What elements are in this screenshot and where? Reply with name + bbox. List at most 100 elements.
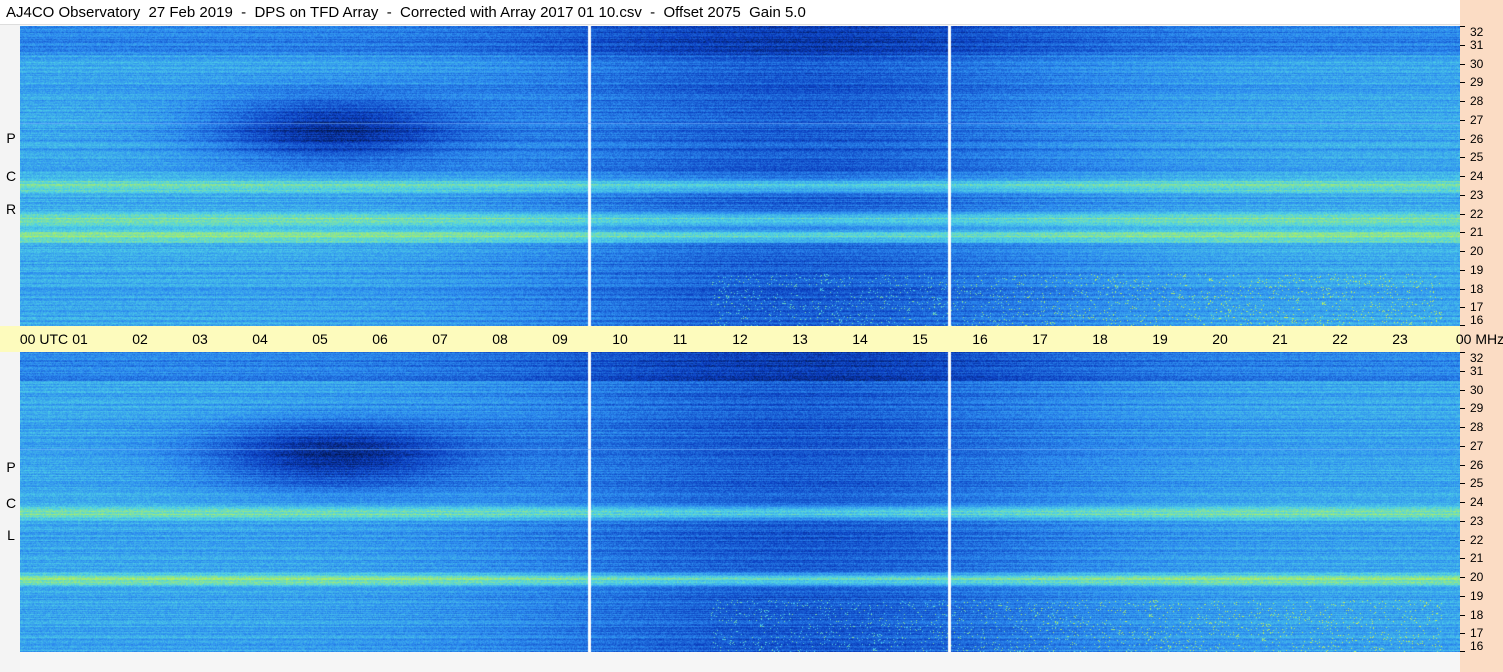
mhz-tick-label: 24 [1470, 495, 1484, 509]
utc-tick-label: 21 [1272, 331, 1288, 347]
mhz-tick-label: 18 [1470, 607, 1484, 622]
utc-tick-label: 05 [312, 331, 328, 347]
utc-tick-label: 22 [1332, 331, 1348, 347]
mhz-tick-label: 21 [1470, 551, 1484, 566]
utc-tick-label: 23 [1392, 331, 1408, 347]
mhz-tick-mark [1460, 577, 1465, 578]
utc-tick-label: 18 [1092, 331, 1108, 347]
rcp-label-p: R [5, 201, 17, 217]
mhz-tick-mark [1460, 651, 1465, 652]
mhz-tick-label: 18 [1470, 281, 1484, 296]
mhz-tick-label: 25 [1470, 476, 1484, 491]
mhz-tick-label: 19 [1470, 262, 1484, 277]
rcp-label-r: P [6, 130, 16, 146]
mhz-tick-mark [1460, 157, 1465, 159]
utc-tick-label: 01 [72, 331, 88, 347]
utc-tick-label: 14 [852, 331, 868, 347]
rcp-spectrogram [20, 26, 1460, 326]
mhz-tick-label: 24 [1470, 169, 1484, 183]
mhz-tick-mark [1460, 389, 1465, 391]
mhz-tick-mark [1460, 483, 1465, 485]
mhz-tick-label: 30 [1470, 56, 1484, 71]
mhz-axis-rcp: 32 31 30 29 28 27 26 25 24 23 22 21 20 19 18 17 16 [1460, 26, 1503, 326]
mhz-tick-label: 29 [1470, 75, 1484, 90]
utc-tick-label: 16 [972, 331, 988, 347]
utc-tick-label: 11 [672, 331, 688, 347]
mhz-tick-label: 22 [1470, 206, 1484, 221]
mhz-tick-mark [1460, 213, 1465, 215]
mhz-tick-label: 30 [1470, 382, 1484, 397]
mhz-tick-mark [1460, 176, 1465, 177]
mhz-tick-label: 32 [1470, 351, 1484, 365]
mhz-tick-mark [1460, 269, 1465, 271]
mhz-tick-label: 29 [1470, 401, 1484, 416]
mhz-tick-label: 23 [1470, 187, 1484, 202]
utc-tick-label: 12 [732, 331, 748, 347]
lcp-label-p: P [6, 459, 16, 475]
chart-title: AJ4CO Observatory 27 Feb 2019 - DPS on T… [0, 0, 1460, 25]
mhz-tick-mark [1460, 138, 1465, 140]
mhz-tick-mark [1460, 307, 1465, 309]
mhz-tick-mark [1460, 595, 1465, 597]
mhz-tick-mark [1460, 44, 1465, 46]
mhz-tick-label: 31 [1470, 363, 1484, 378]
mhz-tick-mark [1460, 251, 1465, 252]
mhz-tick-label: 26 [1470, 131, 1484, 146]
mhz-tick-mark [1460, 232, 1465, 234]
utc-tick-label: 20 [1212, 331, 1228, 347]
mhz-tick-label: 28 [1470, 420, 1484, 434]
utc-tick-label: 15 [912, 331, 928, 347]
mhz-tick-label: 16 [1470, 313, 1484, 327]
mhz-tick-label: 17 [1470, 626, 1484, 641]
mhz-tick-mark [1460, 539, 1465, 541]
utc-tick-label: 02 [132, 331, 148, 347]
mhz-tick-mark [1460, 26, 1465, 27]
mhz-tick-label: 27 [1470, 438, 1484, 453]
mhz-tick-mark [1460, 502, 1465, 503]
mhz-tick-label: 27 [1470, 112, 1484, 127]
mhz-tick-mark [1460, 464, 1465, 466]
utc-tick-label: 10 [612, 331, 628, 347]
mhz-tick-mark [1460, 325, 1465, 326]
mhz-tick-label: 17 [1470, 300, 1484, 315]
mhz-tick-mark [1460, 63, 1465, 65]
utc-tick-label: 07 [432, 331, 448, 347]
mhz-tick-label: 20 [1470, 244, 1484, 258]
mhz-tick-mark [1460, 101, 1465, 102]
mhz-tick-label: 20 [1470, 570, 1484, 584]
utc-tick-label: 04 [252, 331, 268, 347]
lcp-label-c: C [5, 495, 17, 511]
utc-tick-label: 00 MHz [1455, 331, 1503, 347]
mhz-tick-label: 16 [1470, 639, 1484, 653]
mhz-tick-label: 21 [1470, 225, 1484, 240]
mhz-tick-label: 19 [1470, 588, 1484, 603]
utc-axis-bar: 00 UTC 01 02 03 04 05 06 07 08 09 10 11 12 13 14 15 16 17… [0, 326, 1503, 352]
mhz-tick-label: 32 [1470, 25, 1484, 39]
mhz-tick-label: 22 [1470, 532, 1484, 547]
rcp-label-c: C [5, 168, 17, 184]
mhz-tick-mark [1460, 614, 1465, 616]
mhz-tick-mark [1460, 82, 1465, 84]
mhz-tick-mark [1460, 370, 1465, 372]
mhz-tick-label: 31 [1470, 37, 1484, 52]
mhz-tick-mark [1460, 408, 1465, 410]
mhz-tick-label: 25 [1470, 150, 1484, 165]
mhz-tick-mark [1460, 288, 1465, 290]
mhz-tick-mark [1460, 194, 1465, 196]
utc-tick-label: 00 UTC [19, 331, 69, 347]
utc-tick-label: 08 [492, 331, 508, 347]
mhz-tick-mark [1460, 427, 1465, 428]
lcp-label-l: L [7, 527, 15, 543]
mhz-tick-mark [1460, 520, 1465, 522]
mhz-tick-mark [1460, 352, 1465, 353]
lcp-spectrogram [20, 352, 1460, 652]
mhz-tick-label: 26 [1470, 457, 1484, 472]
mhz-tick-mark [1460, 558, 1465, 560]
utc-tick-label: 03 [192, 331, 208, 347]
mhz-tick-mark [1460, 633, 1465, 635]
utc-tick-label: 13 [792, 331, 808, 347]
utc-tick-label: 09 [552, 331, 568, 347]
mhz-axis-lcp: 32 31 30 29 28 27 26 25 24 23 22 21 20 19 18 17 16 [1460, 352, 1503, 652]
utc-tick-label: 19 [1152, 331, 1168, 347]
utc-tick-label: 17 [1032, 331, 1048, 347]
